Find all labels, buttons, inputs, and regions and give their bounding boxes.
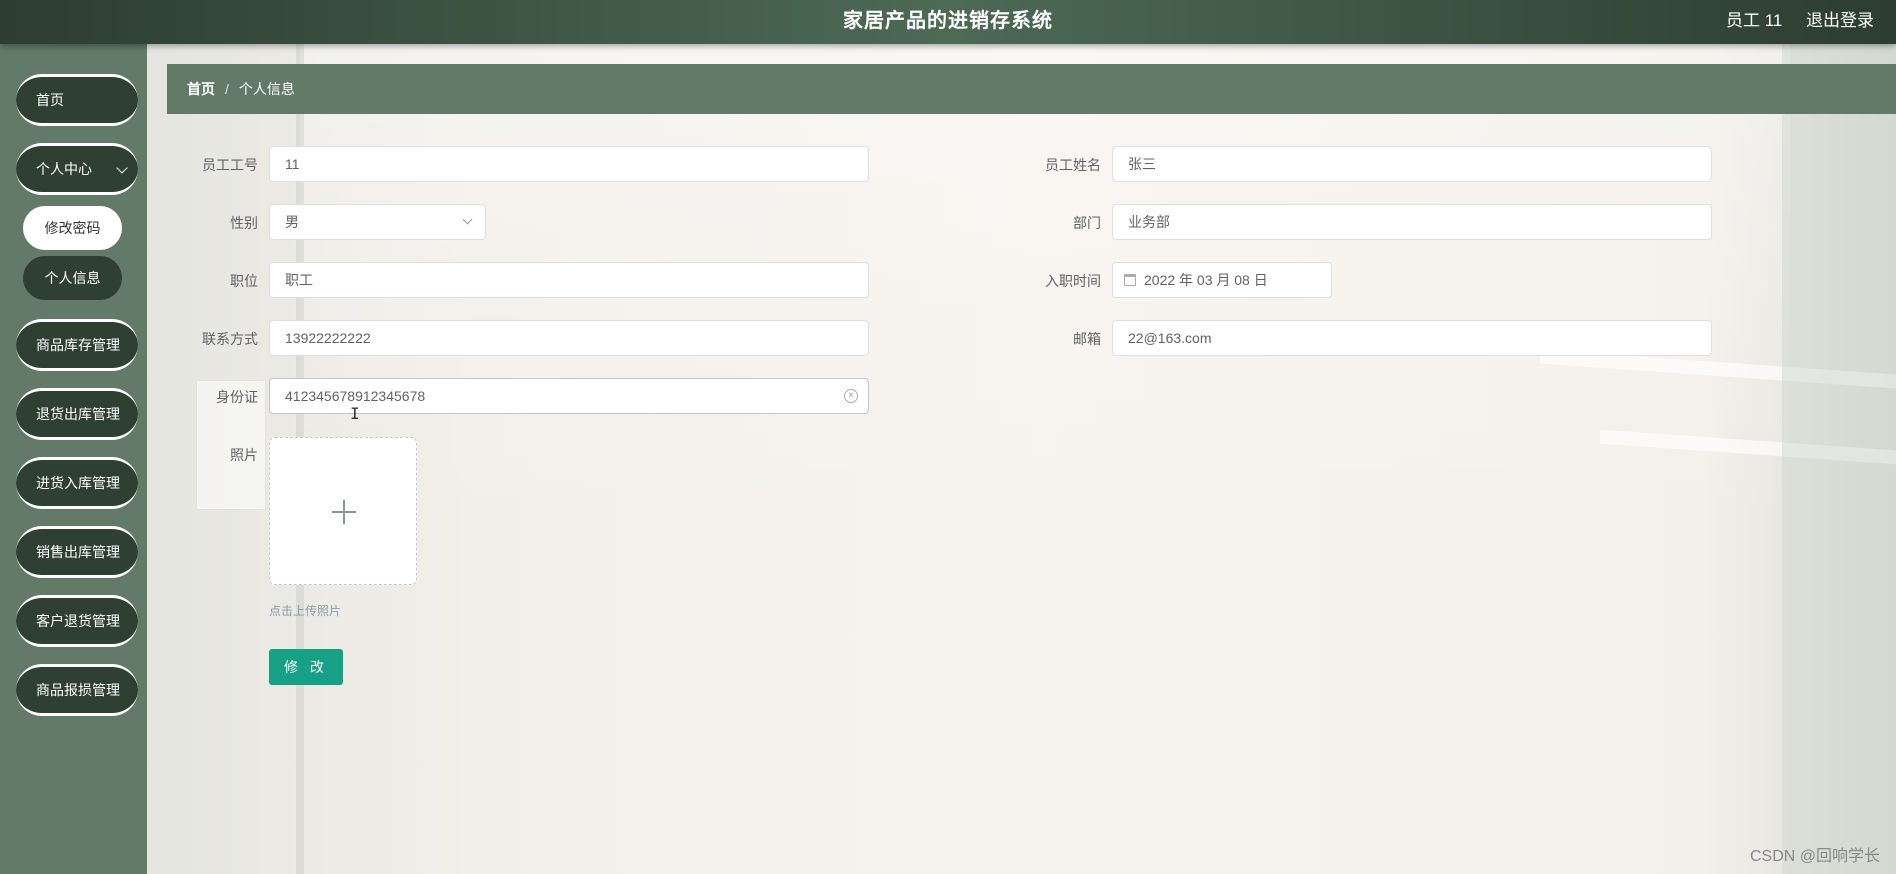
gender-select[interactable]: 男 [269, 204, 486, 240]
sidebar-subitem-personal-info[interactable]: 个人信息 [23, 256, 122, 300]
breadcrumb-separator: / [225, 81, 229, 97]
position-value: 职工 [285, 272, 313, 288]
photo-label: 照片 [230, 447, 258, 463]
upload-tip: 点击上传照片 [269, 604, 342, 618]
sidebar-item-return-outbound[interactable]: 退货出库管理 [16, 388, 138, 440]
app-title: 家居产品的进销存系统 [843, 10, 1053, 32]
sidebar-item-label: 客户退货管理 [36, 613, 120, 629]
employee-no-value: 11 [285, 156, 300, 172]
sidebar-item-label: 进货入库管理 [36, 475, 120, 491]
breadcrumb-home[interactable]: 首页 [187, 79, 215, 99]
id-card-value: 412345678912345678 [285, 388, 426, 404]
gender-value: 男 [285, 214, 299, 230]
clear-icon[interactable]: × [844, 389, 858, 403]
submit-button[interactable]: 修 改 [269, 649, 343, 685]
sidebar-item-damage-report[interactable]: 商品报损管理 [16, 664, 138, 716]
gender-label: 性别 [230, 215, 258, 231]
sidebar-item-purchase-inbound[interactable]: 进货入库管理 [16, 457, 138, 509]
plus-icon [343, 500, 345, 524]
email-field[interactable]: 22@163.com [1112, 320, 1712, 356]
department-value: 业务部 [1128, 214, 1170, 230]
sidebar-item-label: 退货出库管理 [36, 406, 120, 422]
sidebar-item-customer-returns[interactable]: 客户退货管理 [16, 595, 138, 647]
hire-date-picker[interactable]: 2022 年 03 月 08 日 [1112, 262, 1332, 298]
email-label: 邮箱 [1073, 331, 1101, 347]
id-card-label: 身份证 [216, 389, 258, 405]
sidebar-item-personal-center[interactable]: 个人中心 [16, 143, 138, 195]
employee-name-label: 员工姓名 [1045, 157, 1101, 173]
logout-button[interactable]: 退出登录 [1806, 6, 1874, 31]
watermark: CSDN @回响学长 [1749, 848, 1880, 865]
employee-name-value: 张三 [1128, 156, 1156, 172]
hire-date-value: 2022 年 03 月 08 日 [1144, 272, 1268, 288]
sidebar-item-label: 商品库存管理 [36, 337, 120, 353]
breadcrumb-current: 个人信息 [238, 81, 295, 97]
employee-no-field[interactable]: 11 [269, 146, 869, 182]
background-panel [1782, 40, 1896, 874]
sidebar: 首页 个人中心 修改密码 个人信息 商品库存管理 退货出库管理 进货入库管理 销… [0, 44, 147, 874]
sidebar-subitem-label: 修改密码 [44, 220, 101, 236]
top-bar: 家居产品的进销存系统 员工 11 退出登录 [0, 0, 1896, 44]
photo-upload[interactable] [269, 437, 417, 585]
department-label: 部门 [1073, 215, 1101, 231]
sidebar-item-label: 商品报损管理 [36, 682, 120, 698]
employee-name-field[interactable]: 张三 [1112, 146, 1712, 182]
sidebar-item-label: 销售出库管理 [36, 544, 120, 560]
phone-label: 联系方式 [202, 331, 258, 347]
position-label: 职位 [230, 273, 258, 289]
sidebar-subitem-change-password[interactable]: 修改密码 [23, 206, 122, 250]
hire-date-label: 入职时间 [1045, 273, 1101, 289]
email-value: 22@163.com [1128, 330, 1212, 346]
calendar-icon [1124, 274, 1136, 286]
sidebar-item-label: 首页 [36, 92, 64, 108]
breadcrumb: 首页 / 个人信息 [167, 64, 1896, 114]
sidebar-item-label: 个人中心 [36, 161, 92, 177]
sidebar-subitem-label: 个人信息 [44, 270, 101, 286]
sidebar-item-home[interactable]: 首页 [16, 74, 138, 126]
employee-no-label: 员工工号 [202, 157, 258, 173]
sidebar-item-sales-outbound[interactable]: 销售出库管理 [16, 526, 138, 578]
user-name: 员工 11 [1726, 11, 1783, 30]
sidebar-item-inventory[interactable]: 商品库存管理 [16, 319, 138, 371]
phone-value: 13922222222 [285, 330, 371, 346]
chevron-down-icon [116, 162, 128, 174]
phone-field[interactable]: 13922222222 [269, 320, 869, 356]
chevron-down-icon [462, 214, 473, 225]
text-cursor-icon: I [350, 404, 360, 423]
position-field[interactable]: 职工 [269, 262, 869, 298]
department-field[interactable]: 业务部 [1112, 204, 1712, 240]
